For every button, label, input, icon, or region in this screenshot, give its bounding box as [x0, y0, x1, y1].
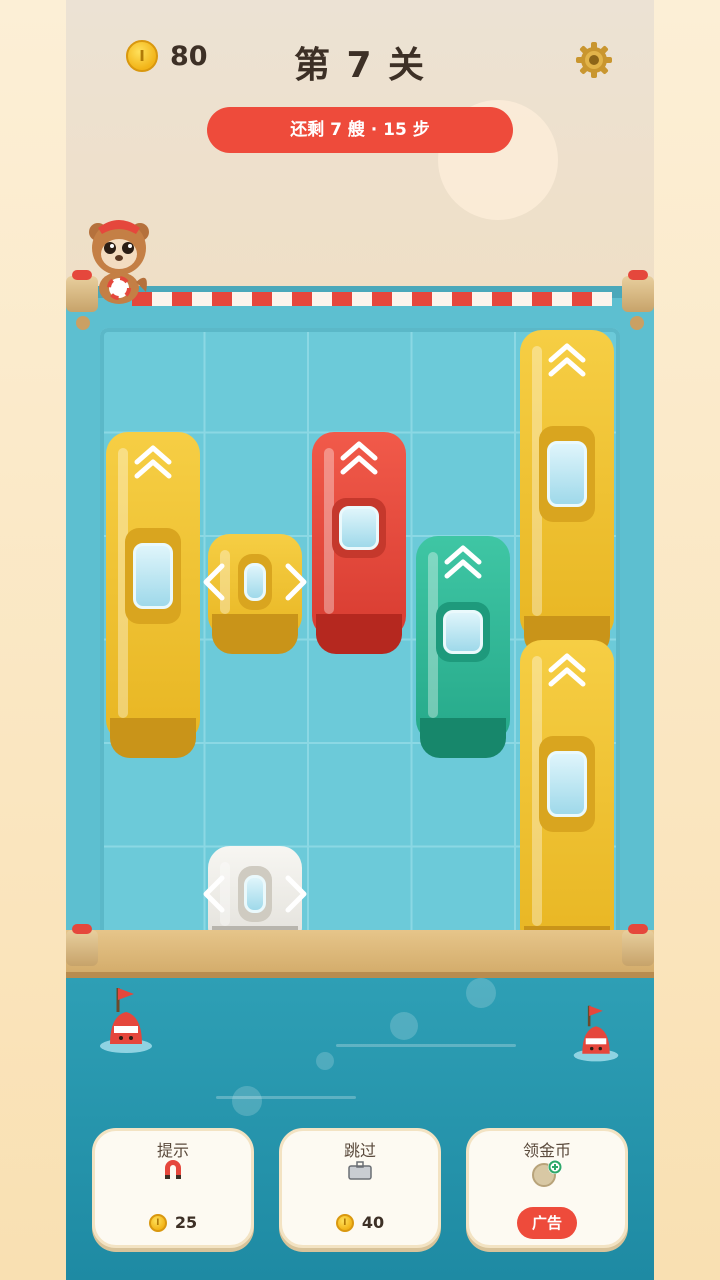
bear-mascot: [86, 214, 152, 306]
double-chevron-up-icon: [340, 441, 378, 475]
briefcase-icon: [348, 1161, 372, 1180]
corner-bolt: [630, 316, 644, 330]
hint-button[interactable]: 提示 I 25: [92, 1128, 254, 1248]
ad-badge: 广告: [517, 1207, 577, 1239]
double-chevron-up-icon: [548, 343, 586, 377]
free-coins-button[interactable]: 领金币 广告: [466, 1128, 628, 1248]
corner-bolt: [76, 316, 90, 330]
left-right-arrows-icon: [203, 563, 307, 601]
double-chevron-up-icon: [444, 545, 482, 579]
dock-post-right: [622, 270, 654, 312]
coin-plus-icon: [532, 1160, 562, 1187]
boat-yellow-1[interactable]: [106, 432, 200, 758]
coin-icon: I: [148, 1213, 167, 1232]
coin-icon: I: [335, 1213, 354, 1232]
skip-cost: I 40: [282, 1213, 438, 1232]
skip-cost-value: 40: [361, 1213, 385, 1232]
dock-post-right: [622, 924, 654, 966]
double-chevron-up-icon: [134, 445, 172, 479]
boat-yellow-small[interactable]: [203, 534, 307, 654]
wave-line: [336, 1044, 516, 1047]
dock-post-left: [66, 924, 98, 966]
boat-yellow-top-right[interactable]: [520, 330, 614, 656]
game-screen: I 80 第 7 关 还剩 7 艘 · 15 步 提示 I 25 跳过 I 40…: [66, 0, 654, 1280]
magnet-icon: [165, 1160, 181, 1179]
bubble: [316, 1052, 334, 1070]
level-title: 第 7 关: [293, 45, 427, 86]
wooden-dock: [66, 930, 654, 978]
bubble: [390, 1012, 418, 1040]
hint-cost: I 25: [95, 1213, 251, 1232]
hint-cost-value: 25: [174, 1213, 198, 1232]
buoy-icon: [100, 988, 152, 1053]
bubble: [232, 1086, 262, 1116]
left-right-arrows-icon: [203, 875, 307, 913]
boat-red[interactable]: [312, 432, 406, 654]
skip-label: 跳过: [343, 1141, 376, 1160]
gear-icon: [576, 42, 612, 78]
boat-yellow-bottom-right[interactable]: [520, 640, 614, 966]
status-pill: 还剩 7 艘 · 15 步: [207, 107, 513, 153]
bubble: [466, 978, 496, 1008]
free-coins-label: 领金币: [522, 1141, 571, 1160]
game-board: [66, 270, 654, 966]
hint-label: 提示: [156, 1141, 189, 1160]
double-chevron-up-icon: [548, 653, 586, 687]
boat-green[interactable]: [416, 536, 510, 758]
skip-button[interactable]: 跳过 I 40: [279, 1128, 441, 1248]
finish-line: [132, 292, 612, 306]
settings-button[interactable]: [574, 40, 614, 80]
top-area: I 80 第 7 关 还剩 7 艘 · 15 步: [66, 0, 654, 290]
buoy-icon: [573, 1005, 619, 1062]
